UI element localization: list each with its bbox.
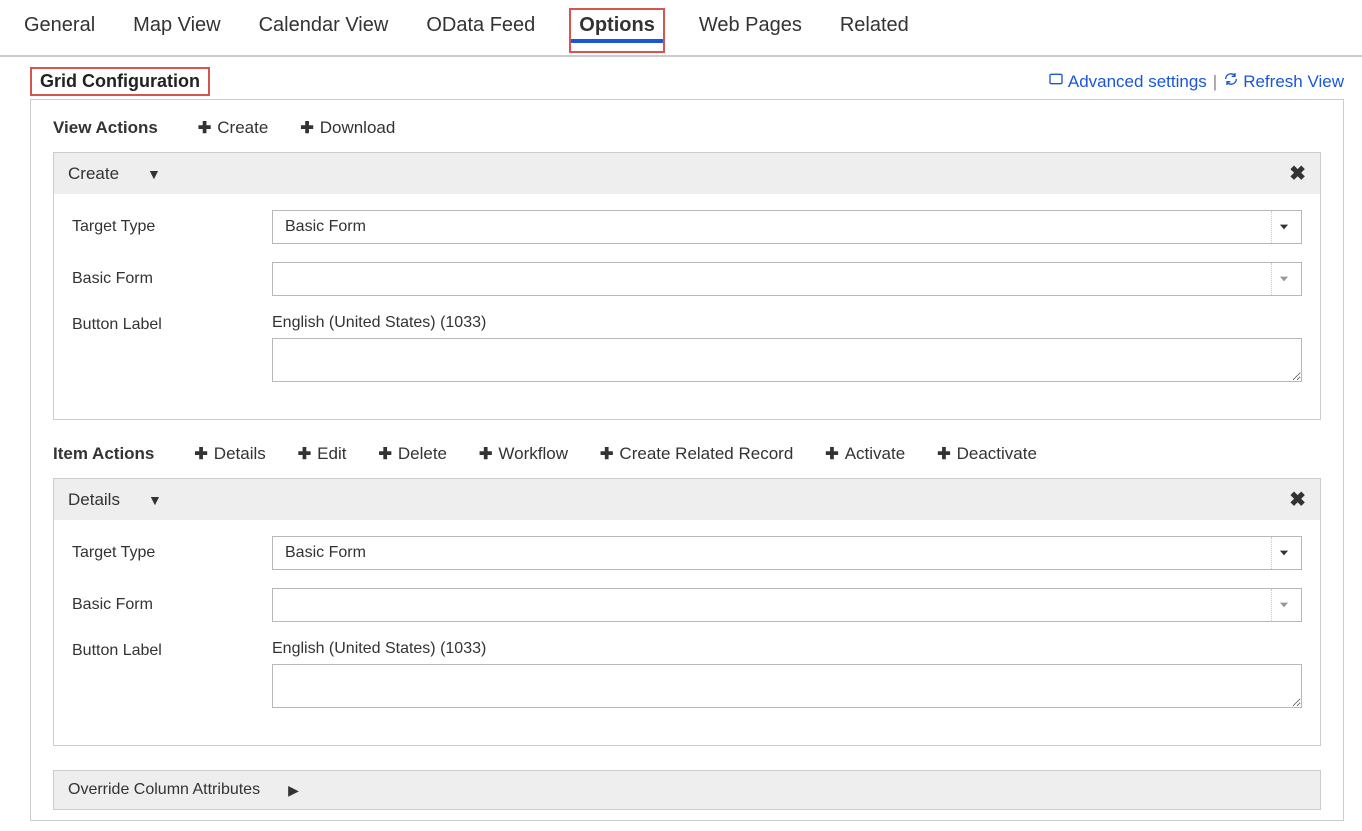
tab-options[interactable]: Options xyxy=(569,8,665,53)
add-deactivate-label: Deactivate xyxy=(957,444,1037,464)
add-download-action[interactable]: ✚ Download xyxy=(300,118,395,138)
language-label: English (United States) (1033) xyxy=(272,640,1302,658)
card-title: Details xyxy=(68,490,120,510)
button-label-input[interactable] xyxy=(272,338,1302,382)
section-title: Grid Configuration xyxy=(30,67,210,96)
view-action-create-card: Create ▼ ✖ Target Type Basic Form xyxy=(53,152,1321,420)
target-type-value: Basic Form xyxy=(285,218,366,236)
add-details-label: Details xyxy=(214,444,266,464)
add-workflow-action[interactable]: ✚ Workflow xyxy=(479,444,568,464)
tab-odata-feed[interactable]: OData Feed xyxy=(422,8,539,55)
plus-icon: ✚ xyxy=(198,118,211,138)
add-deactivate-action[interactable]: ✚ Deactivate xyxy=(937,444,1037,464)
add-create-label: Create xyxy=(217,118,268,138)
override-title: Override Column Attributes xyxy=(68,781,260,799)
link-separator: | xyxy=(1213,72,1217,92)
card-title: Create xyxy=(68,164,119,184)
plus-icon: ✚ xyxy=(300,118,313,138)
dropdown-icon xyxy=(1271,537,1295,569)
dropdown-icon xyxy=(1271,211,1295,243)
tab-general[interactable]: General xyxy=(20,8,99,55)
plus-icon: ✚ xyxy=(825,444,838,464)
plus-icon: ✚ xyxy=(298,444,311,464)
chevron-right-icon: ▶ xyxy=(288,782,299,799)
plus-icon: ✚ xyxy=(194,444,207,464)
window-icon xyxy=(1048,71,1064,92)
language-label: English (United States) (1033) xyxy=(272,314,1302,332)
view-actions-header: View Actions ✚ Create ✚ Download xyxy=(53,118,1321,138)
target-type-label: Target Type xyxy=(72,218,272,236)
dropdown-icon xyxy=(1271,263,1295,295)
basic-form-label: Basic Form xyxy=(72,596,272,614)
target-type-select[interactable]: Basic Form xyxy=(272,536,1302,570)
close-icon[interactable]: ✖ xyxy=(1289,487,1306,512)
top-tabs: General Map View Calendar View OData Fee… xyxy=(0,0,1362,57)
button-label-input[interactable] xyxy=(272,664,1302,708)
add-workflow-label: Workflow xyxy=(498,444,568,464)
chevron-down-icon: ▼ xyxy=(147,166,161,182)
close-icon[interactable]: ✖ xyxy=(1289,161,1306,186)
plus-icon: ✚ xyxy=(600,444,613,464)
plus-icon: ✚ xyxy=(378,444,391,464)
refresh-icon xyxy=(1223,71,1239,92)
card-header[interactable]: Details ▼ ✖ xyxy=(54,479,1320,520)
item-actions-header: Item Actions ✚ Details ✚ Edit ✚ Delete ✚ Wor… xyxy=(53,444,1321,464)
override-column-attributes[interactable]: Override Column Attributes ▶ xyxy=(53,770,1321,810)
add-activate-action[interactable]: ✚ Activate xyxy=(825,444,905,464)
refresh-view-label: Refresh View xyxy=(1243,72,1344,92)
tab-map-view[interactable]: Map View xyxy=(129,8,224,55)
plus-icon: ✚ xyxy=(479,444,492,464)
button-label-label: Button Label xyxy=(72,314,272,334)
advanced-settings-label: Advanced settings xyxy=(1068,72,1207,92)
tab-related[interactable]: Related xyxy=(836,8,913,55)
item-action-details-card: Details ▼ ✖ Target Type Basic Form xyxy=(53,478,1321,746)
target-type-value: Basic Form xyxy=(285,544,366,562)
target-type-label: Target Type xyxy=(72,544,272,562)
add-download-label: Download xyxy=(320,118,396,138)
plus-icon: ✚ xyxy=(937,444,950,464)
button-label-label: Button Label xyxy=(72,640,272,660)
basic-form-label: Basic Form xyxy=(72,270,272,288)
chevron-down-icon: ▼ xyxy=(148,492,162,508)
advanced-settings-link[interactable]: Advanced settings xyxy=(1048,71,1207,92)
add-delete-label: Delete xyxy=(398,444,447,464)
add-create-action[interactable]: ✚ Create xyxy=(198,118,268,138)
add-activate-label: Activate xyxy=(845,444,905,464)
target-type-select[interactable]: Basic Form xyxy=(272,210,1302,244)
view-actions-title: View Actions xyxy=(53,118,158,138)
item-actions-title: Item Actions xyxy=(53,444,154,464)
add-create-related-label: Create Related Record xyxy=(619,444,793,464)
basic-form-select[interactable] xyxy=(272,262,1302,296)
add-create-related-action[interactable]: ✚ Create Related Record xyxy=(600,444,793,464)
add-edit-label: Edit xyxy=(317,444,346,464)
add-details-action[interactable]: ✚ Details xyxy=(194,444,265,464)
refresh-view-link[interactable]: Refresh View xyxy=(1223,71,1344,92)
tab-calendar-view[interactable]: Calendar View xyxy=(255,8,393,55)
card-header[interactable]: Create ▼ ✖ xyxy=(54,153,1320,194)
top-links: Advanced settings | Refresh View xyxy=(1048,71,1344,92)
basic-form-select[interactable] xyxy=(272,588,1302,622)
add-delete-action[interactable]: ✚ Delete xyxy=(378,444,447,464)
grid-config-panel: View Actions ✚ Create ✚ Download Create … xyxy=(30,99,1344,821)
add-edit-action[interactable]: ✚ Edit xyxy=(298,444,347,464)
dropdown-icon xyxy=(1271,589,1295,621)
tab-web-pages[interactable]: Web Pages xyxy=(695,8,806,55)
